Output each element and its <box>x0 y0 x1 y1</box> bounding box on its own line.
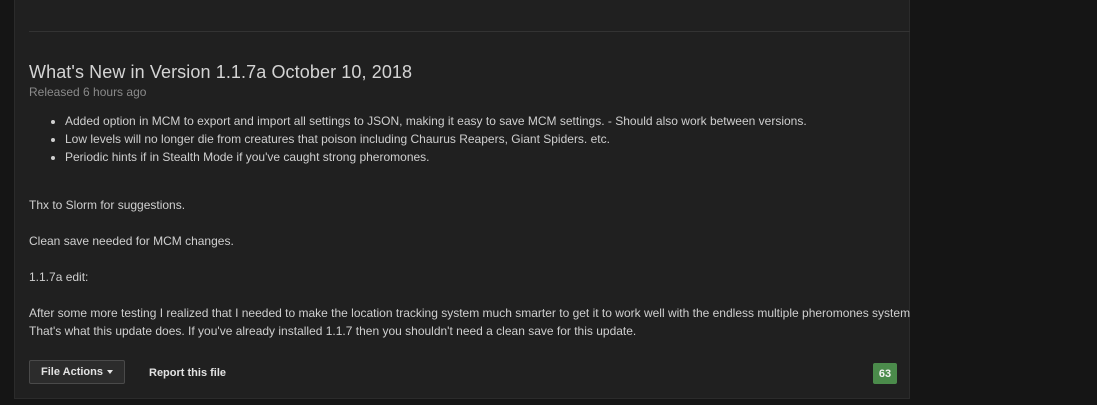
changelog-item: Low levels will no longer die from creat… <box>65 130 807 148</box>
edit-line: After some more testing I realized that … <box>29 306 914 320</box>
changelog-item: Periodic hints if in Stealth Mode if you… <box>65 148 807 166</box>
edit-heading: 1.1.7a edit: <box>29 270 89 284</box>
thanks-paragraph: Thx to Slorm for suggestions. <box>29 198 186 212</box>
changelog-list: Added option in MCM to export and import… <box>29 112 807 166</box>
right-gutter <box>910 0 1097 405</box>
release-time: Released 6 hours ago <box>29 85 147 99</box>
edit-paragraph: After some more testing I realized that … <box>29 304 913 340</box>
reputation-count-badge: 63 <box>873 363 897 384</box>
file-actions-label: File Actions <box>41 366 103 378</box>
file-actions-button[interactable]: File Actions <box>29 360 125 384</box>
caret-down-icon <box>106 370 113 374</box>
release-panel: What's New in Version 1.1.7a October 10,… <box>14 0 913 399</box>
top-divider <box>29 31 912 32</box>
edit-line: That's what this update does. If you've … <box>29 324 637 338</box>
clean-save-paragraph: Clean save needed for MCM changes. <box>29 234 234 248</box>
changelog-item: Added option in MCM to export and import… <box>65 112 807 130</box>
report-file-link[interactable]: Report this file <box>149 367 226 379</box>
release-title: What's New in Version 1.1.7a October 10,… <box>29 62 413 82</box>
